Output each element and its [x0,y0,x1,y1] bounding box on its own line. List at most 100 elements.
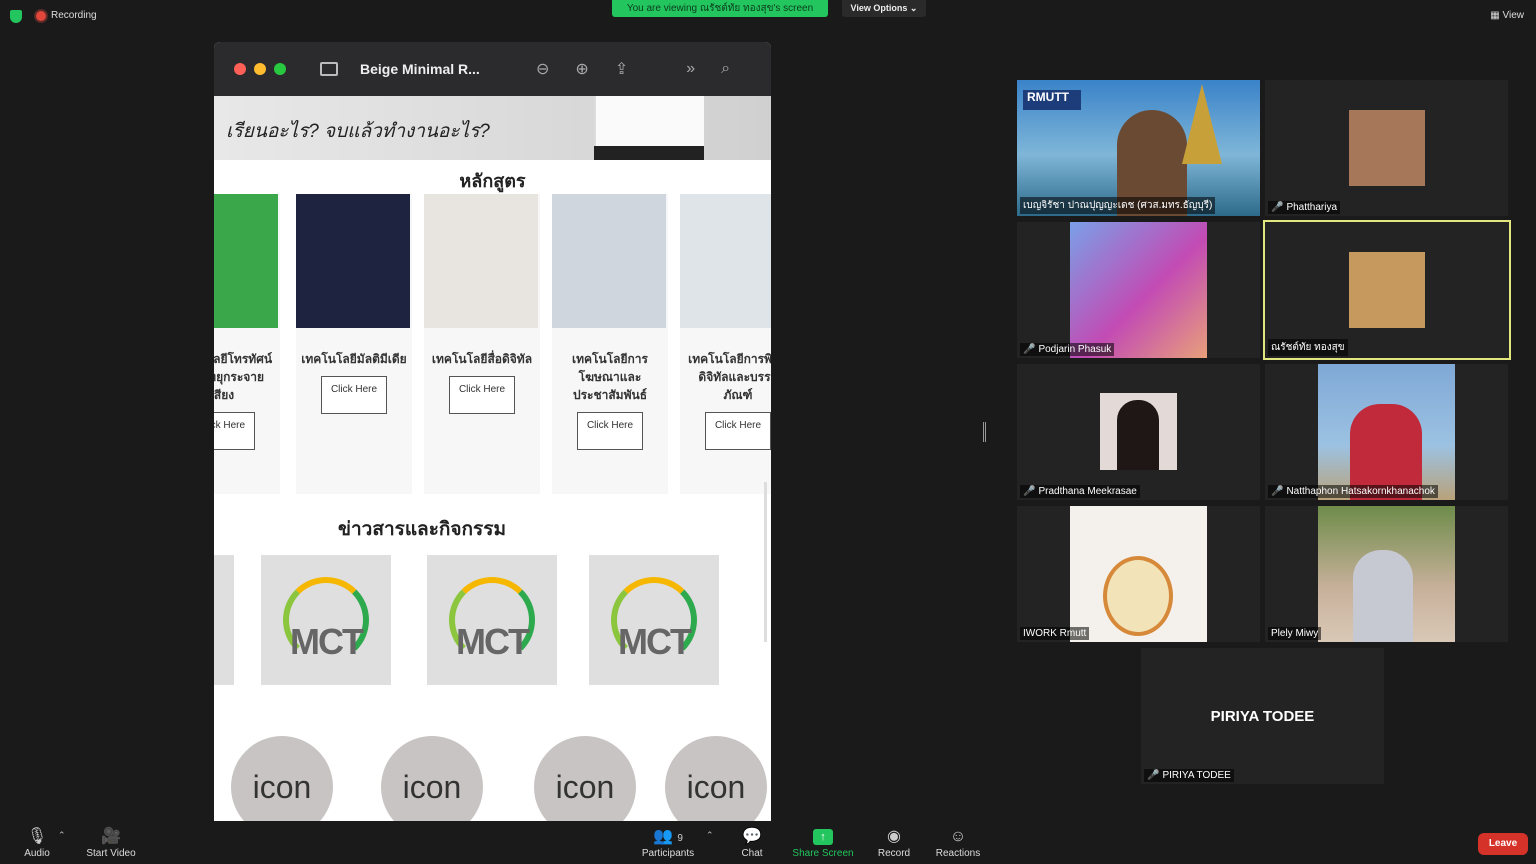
icon-placeholder[interactable]: icon [231,736,333,821]
participant-hair [1117,400,1159,470]
course-card: เทคโนโลยีมัลติมีเดีย Click Here [296,194,412,494]
participants-button[interactable]: 👥 9 Participants [633,826,703,859]
course-photo [424,194,538,328]
scrollbar[interactable] [764,482,767,642]
icon-placeholder[interactable]: icon [381,736,483,821]
course-name: เทคโนโลยีมัลติมีเดีย [301,352,407,366]
course-click-here-button[interactable]: Click Here [705,412,771,450]
participant-tile-active-speaker[interactable]: ณรัชต์ทัย ทองสุข [1263,220,1511,360]
video-off-icon: 🎥 [101,828,121,845]
participant-tile[interactable]: 🎤 Natthaphon Hatsakornkhanachok [1265,364,1508,500]
participant-name: 🎤 Natthaphon Hatsakornkhanachok [1268,485,1438,498]
course-name: เทคโนโลยีการพิมพ์ดิจิทัลและบรรจุภัณฑ์ [688,352,771,402]
participant-name: 🎤 Podjarin Phasuk [1020,343,1115,356]
participant-tile[interactable]: 🎤 Phatthariya [1265,80,1508,216]
view-options-button[interactable]: View Options ⌄ [842,0,926,17]
course-photo [296,194,410,328]
participant-tile[interactable]: 🎤 Pradthana Meekrasae [1017,364,1260,500]
participant-avatar [1349,252,1425,328]
start-video-button[interactable]: 🎥 Start Video [76,826,146,859]
start-video-label: Start Video [86,848,136,859]
course-click-here-button[interactable]: Click Here [449,376,515,414]
zoom-out-icon: ⊖ [536,61,550,78]
participant-person [1353,550,1413,642]
security-shield-icon[interactable] [10,10,22,23]
news-logo-text: MCT [456,621,530,662]
participants-options-caret-icon[interactable]: ⌃ [706,830,714,841]
chat-button[interactable]: 💬 Chat [717,826,787,859]
icon-placeholder[interactable]: icon [665,736,767,821]
share-export-icon: ⇪ [614,61,629,78]
participant-name-display: PIRIYA TODEE [1210,708,1315,725]
minimize-window-icon [254,63,266,75]
news-item[interactable]: MCT [589,555,719,685]
participants-icon: 👥 9 [653,828,683,845]
search-icon: ⌕ [721,60,731,77]
close-window-icon [234,63,246,75]
course-click-here-button[interactable]: Click Here [214,412,255,450]
sidebar-toggle-icon [320,62,338,76]
leave-button[interactable]: Leave [1478,833,1528,855]
participant-name-text: Plely Miwy [1271,628,1319,639]
record-label: Record [877,848,911,859]
participant-tile[interactable]: PIRIYA TODEE 🎤 PIRIYA TODEE [1141,648,1384,784]
participants-label: Participants [641,848,695,859]
participant-tile[interactable]: IWORK Rmutt [1017,506,1260,642]
news-item[interactable]: MCT [214,555,234,685]
course-name: เทคโนโลยีสื่อดิจิทัล [431,352,533,366]
recording-dot-icon [36,10,46,21]
reactions-button[interactable]: ☺ Reactions [923,826,993,859]
course-card: เทคโนโลยีการโฆษณาและประชาสัมพันธ์ Click … [552,194,668,494]
reactions-smiley-icon: ☺ [949,828,967,845]
participant-name-text: Pradthana Meekrasae [1038,486,1137,497]
news-title: ข่าวสารและกิจกรรม [338,519,506,540]
chat-icon: 💬 [742,828,762,845]
university-seal-icon [1103,556,1173,636]
course-card: เทคโนโลยีโทรทัศน์และวิทยุกระจายเสียง Cli… [214,194,280,494]
participant-avatar [1070,222,1207,358]
viewing-screen-banner: You are viewing ณรัชต์ทัย ทองสุข's scree… [612,0,828,17]
record-button[interactable]: ◉ Record [859,826,929,859]
audio-options-caret-icon[interactable]: ⌃ [58,830,66,841]
audio-label: Audio [24,848,50,859]
meeting-controls: 🎙 Audio ⌃ 🎥 Start Video 👥 9 Participants ⌃ … [0,822,1536,864]
shared-window-titlebar: Beige Minimal R... ⊖ ⊕ ⇪ » ⌕ [214,42,771,96]
news-logo-text: MCT [214,621,234,663]
chat-label: Chat [741,848,763,859]
share-screen-button[interactable]: ↑ Share Screen [788,826,858,859]
news-item[interactable]: MCT [427,555,557,685]
participant-tile[interactable]: Plely Miwy [1265,506,1508,642]
icon-placeholder[interactable]: icon [534,736,636,821]
course-card: เทคโนโลยีสื่อดิจิทัล Click Here [424,194,540,494]
zoom-meeting-window: Recording You are viewing ณรัชต์ทัย ทองส… [0,0,1536,864]
panel-resize-handle[interactable] [983,422,986,442]
course-click-here-button[interactable]: Click Here [321,376,387,414]
view-button[interactable]: ▦ View [1490,10,1524,21]
recording-indicator[interactable]: Recording [36,10,97,21]
participant-name-text: Natthaphon Hatsakornkhanachok [1286,486,1435,497]
course-card: เทคโนโลยีการพิมพ์ดิจิทัลและบรรจุภัณฑ์ Cl… [680,194,771,494]
participant-name: 🎤 Phatthariya [1268,201,1341,214]
participant-name: ณรัชต์ทัย ทองสุข [1268,339,1348,356]
rmutt-logo: RMUTT [1023,90,1081,110]
course-photo [680,194,771,328]
course-photo [552,194,666,328]
share-screen-icon: ↑ [813,829,833,845]
course-name: เทคโนโลยีการโฆษณาและประชาสัมพันธ์ [572,352,648,402]
news-logo-text: MCT [618,621,692,662]
more-chevron-icon: » [686,60,696,77]
news-logo-text: MCT [290,621,364,662]
participant-tile[interactable]: RMUTT เบญจิรัชา ปาณปุญญะเดช (ศวส.มทร.ธัญ… [1017,80,1260,216]
news-item[interactable]: MCT [261,555,391,685]
participant-name: 🎤 Pradthana Meekrasae [1020,485,1140,498]
participant-name: IWORK Rmutt [1020,627,1090,640]
reactions-label: Reactions [935,848,981,859]
course-click-here-button[interactable]: Click Here [577,412,643,450]
courses-title: หลักสูตร [459,171,526,191]
participant-name: 🎤 PIRIYA TODEE [1144,769,1234,782]
muted-mic-icon: 🎤 [1023,486,1036,497]
participant-tile[interactable]: 🎤 Podjarin Phasuk [1017,222,1260,358]
muted-mic-icon: 🎤 [1271,202,1284,213]
share-screen-label: Share Screen [792,848,854,859]
participant-name: เบญจิรัชา ปาณปุญญะเดช (ศวส.มทร.ธัญบุรี) [1020,197,1216,214]
